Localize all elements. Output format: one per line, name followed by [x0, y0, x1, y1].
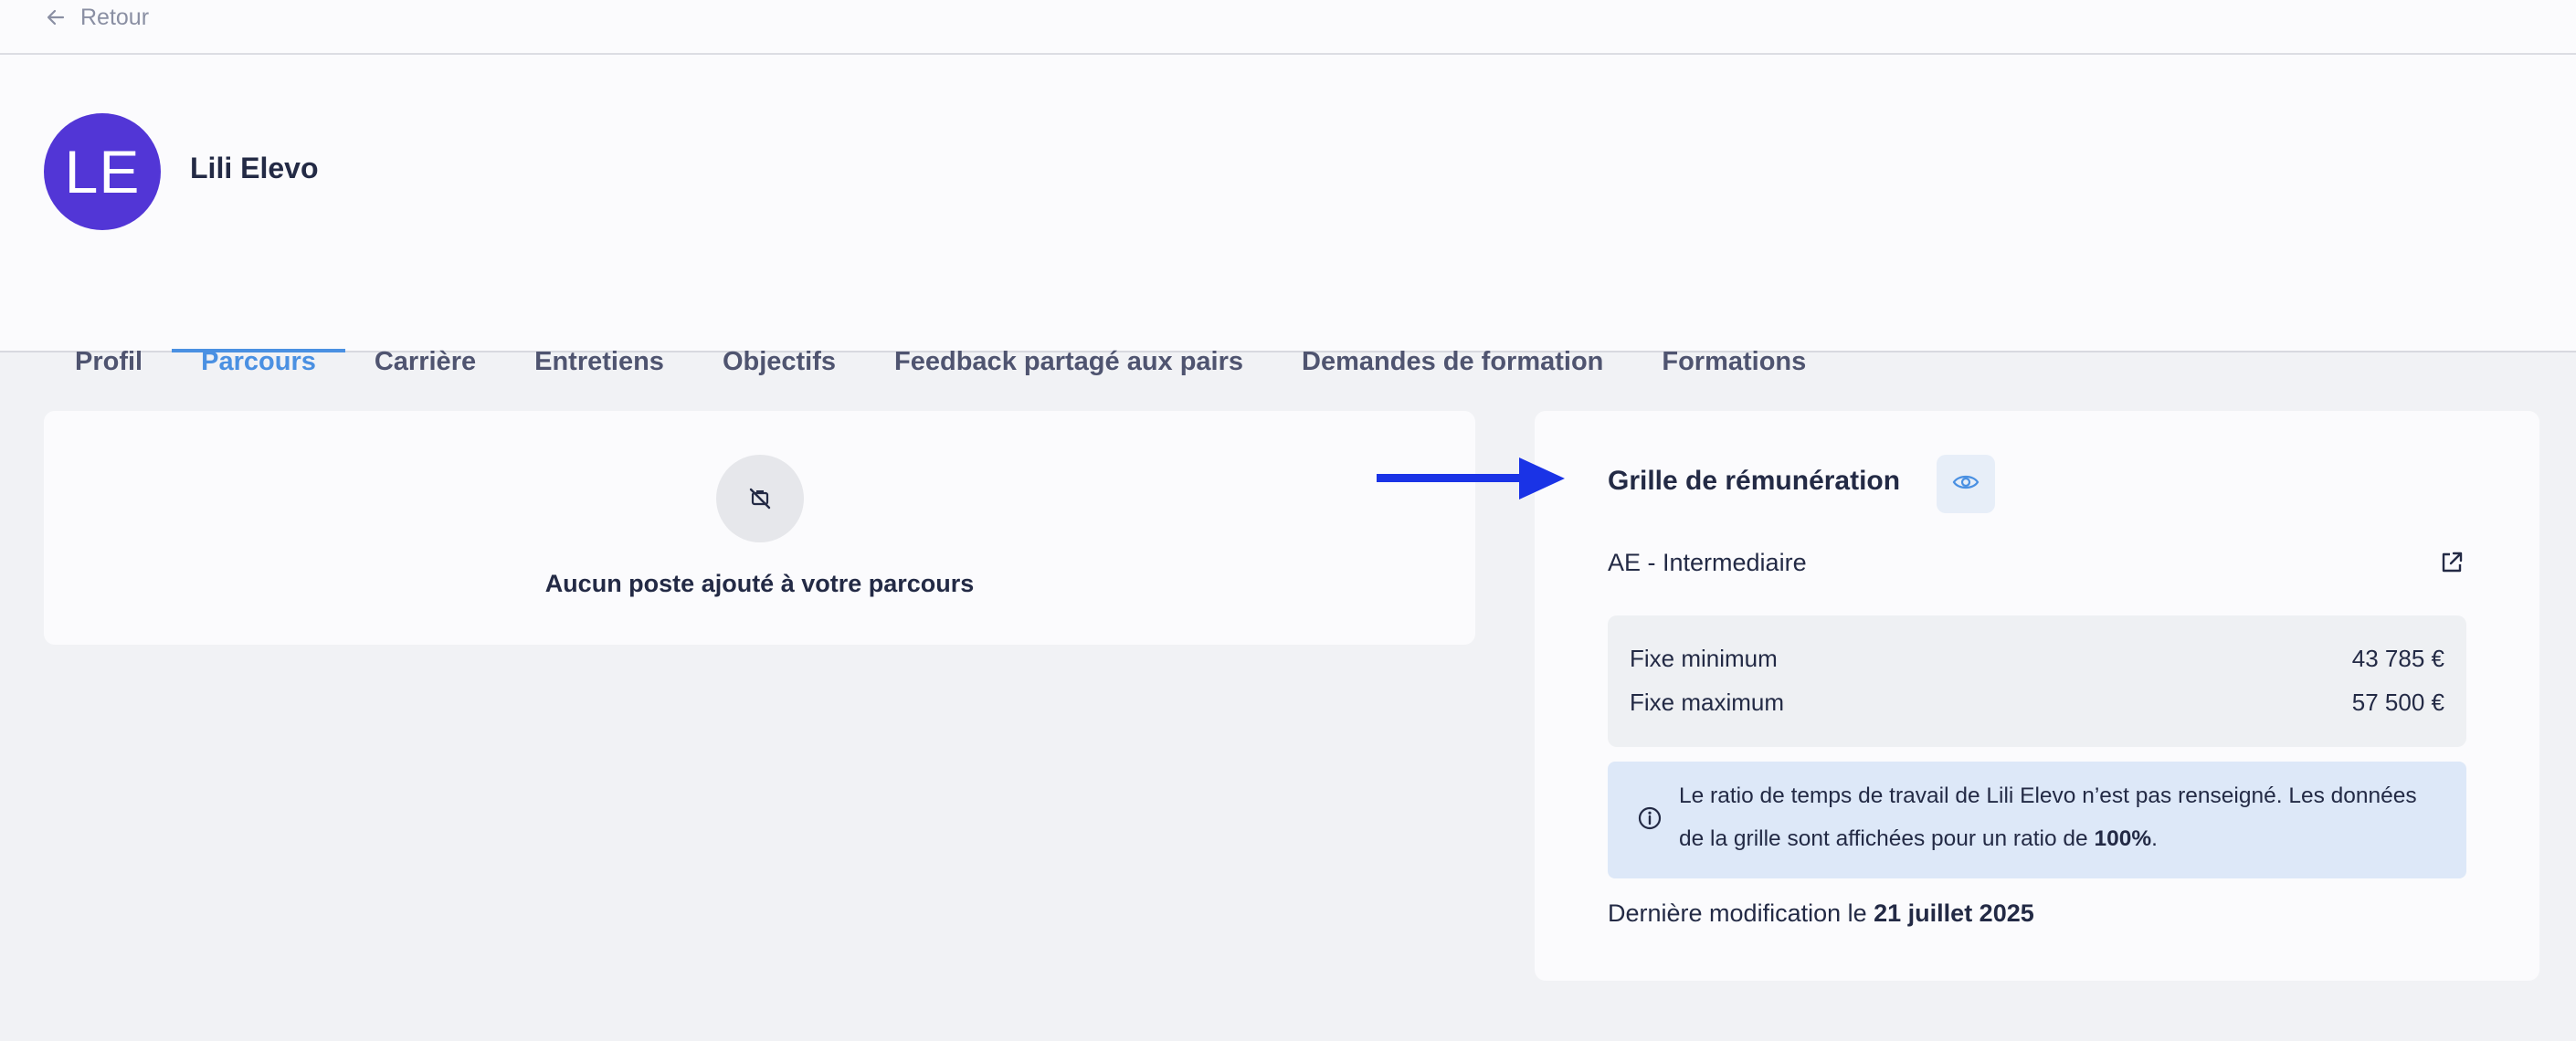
back-link[interactable]: Retour — [46, 0, 149, 35]
no-job-icon — [716, 455, 804, 542]
salary-grid-title: Grille de rémunération — [1608, 466, 1901, 496]
tab-feedback[interactable]: Feedback partagé aux pairs — [865, 276, 1272, 376]
employee-name: Lili Elevo — [190, 152, 319, 184]
tab-profil[interactable]: Profil — [46, 276, 172, 376]
annotation-arrow-icon — [1377, 457, 1565, 499]
info-icon — [1637, 805, 1663, 836]
salary-level: AE - Intermediaire — [1608, 549, 1807, 576]
profile-tabs: Profil Parcours Carrière Entretiens Obje… — [46, 276, 1835, 376]
ratio-value: 100% — [2094, 826, 2152, 851]
range-label: Fixe maximum — [1630, 688, 1785, 716]
range-row-maximum: Fixe maximum 57 500 € — [1630, 687, 2444, 718]
last-modified: Dernière modification le 21 juillet 2025 — [1608, 899, 2034, 927]
top-bar: Retour — [0, 0, 2576, 55]
tab-formations[interactable]: Formations — [1632, 276, 1835, 376]
toggle-visibility-button[interactable] — [1937, 455, 1995, 513]
eye-icon — [1952, 472, 1980, 497]
back-label: Retour — [80, 4, 150, 30]
empty-parcours-message: Aucun poste ajouté à votre parcours — [544, 570, 975, 597]
profile-header: LE Lili Elevo Profil Parcours Carrière E… — [0, 55, 2576, 376]
range-value: 43 785 € — [2351, 644, 2444, 672]
ratio-info-text: Le ratio de temps de travail de Lili Ele… — [1679, 783, 2417, 851]
last-modified-date: 21 juillet 2025 — [1874, 899, 2034, 927]
tab-carriere[interactable]: Carrière — [345, 276, 505, 376]
tab-entretiens[interactable]: Entretiens — [505, 276, 693, 376]
ratio-info-banner: Le ratio de temps de travail de Lili Ele… — [1608, 762, 2466, 878]
range-value: 57 500 € — [2351, 688, 2444, 716]
range-row-minimum: Fixe minimum 43 785 € — [1630, 643, 2444, 674]
tab-parcours[interactable]: Parcours — [172, 276, 345, 376]
salary-ranges: Fixe minimum 43 785 € Fixe maximum 57 50… — [1608, 615, 2466, 747]
range-label: Fixe minimum — [1630, 644, 1778, 672]
tab-demandes-formation[interactable]: Demandes de formation — [1272, 276, 1632, 376]
tab-objectifs[interactable]: Objectifs — [693, 276, 865, 376]
avatar: LE — [44, 113, 161, 230]
arrow-left-icon — [46, 7, 66, 27]
external-link-icon[interactable] — [2439, 550, 2465, 575]
